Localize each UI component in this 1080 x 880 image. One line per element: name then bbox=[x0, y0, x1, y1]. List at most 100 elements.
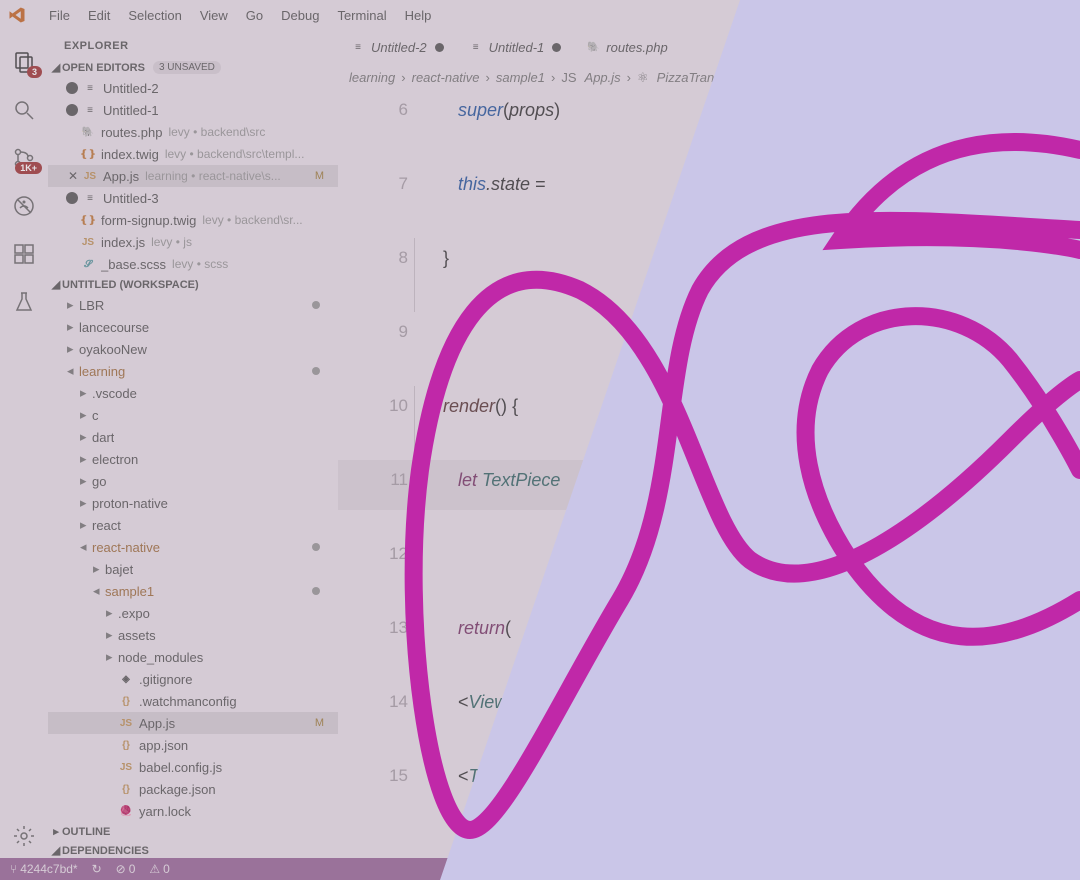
sync-status[interactable]: ↻ bbox=[92, 862, 102, 876]
item-label: .gitignore bbox=[139, 672, 192, 687]
item-label: c bbox=[92, 408, 99, 423]
tree-item[interactable]: ▸bajet bbox=[48, 558, 338, 580]
chevron-icon: ▸ bbox=[80, 429, 90, 445]
open-editor-item[interactable]: ≡Untitled-1 bbox=[48, 99, 338, 121]
menu-file[interactable]: File bbox=[40, 8, 79, 23]
tree-item[interactable]: ▸.expo bbox=[48, 602, 338, 624]
tree-item[interactable]: ◂react-native bbox=[48, 536, 338, 558]
errors-status[interactable]: ⊘0 bbox=[116, 862, 136, 876]
tree-item[interactable]: ▸react bbox=[48, 514, 338, 536]
line-number: 15 bbox=[338, 756, 408, 830]
chevron-down-icon: ◢ bbox=[50, 278, 62, 291]
debug-icon[interactable] bbox=[0, 182, 48, 230]
open-editor-item[interactable]: ≡Untitled-2 bbox=[48, 77, 338, 99]
item-label: dart bbox=[92, 430, 114, 445]
sidebar: EXPLORER ◢ OPEN EDITORS 3 UNSAVED ≡Untit… bbox=[48, 30, 338, 860]
modified-dot-icon bbox=[312, 543, 320, 551]
line-number: 9 bbox=[338, 312, 408, 386]
file-icon: 🐘 bbox=[80, 124, 96, 140]
editor-area: ≡Untitled-2≡Untitled-1🐘routes.php learni… bbox=[338, 30, 1080, 860]
tab[interactable]: ≡Untitled-2 bbox=[338, 30, 456, 65]
tree-item[interactable]: {}package.json bbox=[48, 778, 338, 800]
code-line[interactable]: super(props) bbox=[428, 90, 1080, 164]
tree-item[interactable]: ▸node_modules bbox=[48, 646, 338, 668]
file-label: index.twig bbox=[101, 147, 159, 162]
file-path: levy • scss bbox=[172, 257, 228, 271]
tree-item[interactable]: ▸lancecourse bbox=[48, 316, 338, 338]
branch-status[interactable]: ⑂4244c7bd* bbox=[10, 862, 78, 876]
gutter: 6789101112131415 bbox=[338, 90, 428, 860]
tree-item[interactable]: JSbabel.config.js bbox=[48, 756, 338, 778]
scm-icon[interactable]: 1K+ bbox=[0, 134, 48, 182]
open-editor-item[interactable]: 🐘routes.phplevy • backend\src bbox=[48, 121, 338, 143]
tree-item[interactable]: ▸proton-native bbox=[48, 492, 338, 514]
code-line[interactable] bbox=[428, 312, 1080, 386]
tree-item[interactable]: ▸electron bbox=[48, 448, 338, 470]
open-editor-item[interactable]: ❴❵index.twiglevy • backend\src\templ... bbox=[48, 143, 338, 165]
breadcrumb-item[interactable]: App.js bbox=[582, 70, 624, 85]
breadcrumb-item[interactable]: learning bbox=[346, 70, 398, 85]
modified-dot-icon bbox=[312, 367, 320, 375]
tree-item[interactable]: ◈.gitignore bbox=[48, 668, 338, 690]
tree-item[interactable]: ▸dart bbox=[48, 426, 338, 448]
menu-view[interactable]: View bbox=[191, 8, 237, 23]
tree-item[interactable]: ▸assets bbox=[48, 624, 338, 646]
code-lines[interactable]: super(props) this.state = } render() { l… bbox=[428, 90, 1080, 860]
breadcrumb-item[interactable]: PizzaTranslat bbox=[654, 70, 738, 85]
breadcrumb[interactable]: learning›react-native›sample1›JSApp.js›⚛… bbox=[338, 65, 1080, 90]
item-label: yarn.lock bbox=[139, 804, 191, 819]
tree-item[interactable]: ▸LBR bbox=[48, 294, 338, 316]
tree-item[interactable]: ▸go bbox=[48, 470, 338, 492]
tree-item[interactable]: ▸.vscode bbox=[48, 382, 338, 404]
code-line[interactable]: <TextInpu bbox=[428, 756, 1080, 830]
code-line[interactable]: <View style bbox=[428, 682, 1080, 756]
test-icon[interactable] bbox=[0, 278, 48, 326]
menu-selection[interactable]: Selection bbox=[119, 8, 190, 23]
file-icon: ≡ bbox=[350, 40, 366, 56]
tree-item[interactable]: JSApp.jsM bbox=[48, 712, 338, 734]
menu-go[interactable]: Go bbox=[237, 8, 272, 23]
menu-edit[interactable]: Edit bbox=[79, 8, 119, 23]
open-editor-item[interactable]: JSindex.jslevy • js bbox=[48, 231, 338, 253]
breadcrumb-item[interactable]: sample1 bbox=[493, 70, 548, 85]
tree-item[interactable]: 🧶yarn.lock bbox=[48, 800, 338, 822]
tree-item[interactable]: ▸c bbox=[48, 404, 338, 426]
menu-debug[interactable]: Debug bbox=[272, 8, 328, 23]
chevron-icon: ▸ bbox=[106, 649, 116, 665]
warnings-status[interactable]: ⚠0 bbox=[149, 862, 169, 876]
tree-item[interactable]: ◂sample1 bbox=[48, 580, 338, 602]
search-icon[interactable] bbox=[0, 86, 48, 134]
open-editor-item[interactable]: ❴❵form-signup.twiglevy • backend\sr... bbox=[48, 209, 338, 231]
settings-icon[interactable] bbox=[0, 812, 48, 860]
close-icon[interactable]: ✕ bbox=[66, 169, 80, 183]
code-area[interactable]: 6789101112131415 super(props) this.state… bbox=[338, 90, 1080, 860]
item-label: node_modules bbox=[118, 650, 203, 665]
tab[interactable]: 🐘routes.php bbox=[573, 30, 679, 65]
tree-item[interactable]: {}.watchmanconfig bbox=[48, 690, 338, 712]
menu-terminal[interactable]: Terminal bbox=[328, 8, 395, 23]
code-line[interactable]: render() { bbox=[414, 386, 1080, 460]
item-label: learning bbox=[79, 364, 125, 379]
outline-header[interactable]: ▸ OUTLINE bbox=[48, 822, 338, 841]
scm-badge: 1K+ bbox=[15, 162, 42, 174]
file-icon: {} bbox=[118, 781, 134, 797]
open-editors-header[interactable]: ◢ OPEN EDITORS 3 UNSAVED bbox=[48, 58, 338, 77]
file-icon: 𝓢 bbox=[80, 256, 96, 272]
code-line[interactable]: } bbox=[414, 238, 1080, 312]
open-editor-item[interactable]: ✕JSApp.jslearning • react-native\s...M bbox=[48, 165, 338, 187]
workspace-header[interactable]: ◢ UNTITLED (WORKSPACE) bbox=[48, 275, 338, 294]
code-line[interactable]: let TextPiece bbox=[428, 460, 1080, 534]
tree-item[interactable]: ▸oyakooNew bbox=[48, 338, 338, 360]
open-editor-item[interactable]: 𝓢_base.scsslevy • scss bbox=[48, 253, 338, 275]
menu-help[interactable]: Help bbox=[396, 8, 441, 23]
code-line[interactable]: return( bbox=[428, 608, 1080, 682]
code-line[interactable]: this.state = bbox=[428, 164, 1080, 238]
extensions-icon[interactable] bbox=[0, 230, 48, 278]
tree-item[interactable]: {}app.json bbox=[48, 734, 338, 756]
breadcrumb-item[interactable]: react-native bbox=[409, 70, 483, 85]
explorer-icon[interactable]: 3 bbox=[0, 38, 48, 86]
tab[interactable]: ≡Untitled-1 bbox=[456, 30, 574, 65]
code-line[interactable] bbox=[428, 534, 1080, 608]
tree-item[interactable]: ◂learning bbox=[48, 360, 338, 382]
open-editor-item[interactable]: ≡Untitled-3 bbox=[48, 187, 338, 209]
